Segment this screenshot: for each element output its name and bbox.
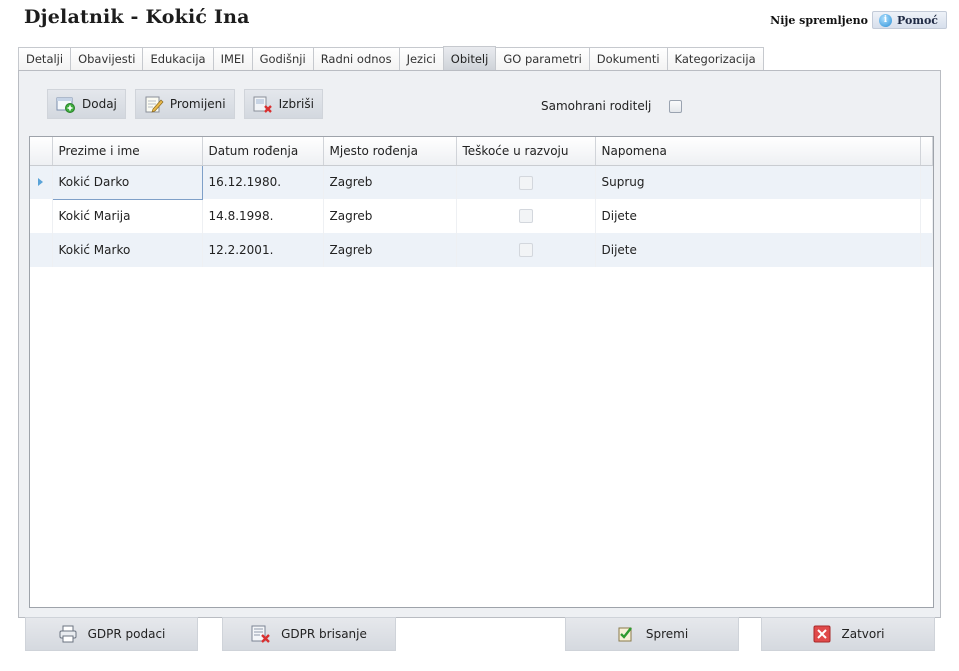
single-parent-checkbox[interactable] — [669, 99, 683, 113]
tab-dokumenti[interactable]: Dokumenti — [588, 47, 668, 70]
column-header[interactable]: Datum rođenja — [202, 137, 324, 166]
cell-filler — [920, 165, 933, 199]
tab-kategorizacija[interactable]: Kategorizacija — [666, 47, 764, 70]
tab-detalji[interactable]: Detalji — [18, 47, 72, 70]
table-row[interactable]: Kokić Darko 16.12.1980. Zagreb Suprug — [30, 164, 933, 200]
cell-filler — [920, 233, 933, 267]
cell-note[interactable]: Dijete — [595, 233, 921, 267]
difficulties-checkbox[interactable] — [518, 175, 533, 190]
gdpr-data-button[interactable]: GDPR podaci — [25, 617, 198, 651]
row-selector[interactable] — [30, 165, 53, 199]
cell-place[interactable]: Zagreb — [323, 233, 457, 267]
close-button[interactable]: Zatvori — [761, 617, 935, 651]
row-selector[interactable] — [30, 199, 53, 233]
close-label: Zatvori — [841, 627, 885, 641]
delete-label: Izbriši — [278, 97, 314, 111]
cell-dob[interactable]: 12.2.2001. — [202, 233, 324, 267]
tab-label: Obavijesti — [78, 52, 136, 66]
save-status: Nije spremljeno — [770, 13, 868, 27]
cell-place[interactable]: Zagreb — [323, 199, 457, 233]
list-delete-icon — [251, 625, 271, 643]
tab-label: GO parametri — [503, 52, 582, 66]
cell-name[interactable]: Kokić Darko — [51, 164, 203, 200]
tab-bar: Detalji Obavijesti Edukacija IMEI Godišn… — [18, 46, 941, 71]
cell-dob[interactable]: 14.8.1998. — [202, 199, 324, 233]
edit-button[interactable]: Promijeni — [134, 89, 235, 119]
tab-obitelj[interactable]: Obitelj — [442, 46, 497, 70]
cell-note[interactable]: Suprug — [595, 165, 921, 199]
tab-obavijesti[interactable]: Obavijesti — [70, 47, 144, 70]
cell-name[interactable]: Kokić Marija — [52, 199, 203, 233]
family-grid: Prezime i ime Datum rođenja Mjesto rođen… — [29, 136, 934, 608]
edit-icon — [144, 95, 164, 113]
cell-dob[interactable]: 16.12.1980. — [202, 165, 324, 199]
gdpr-delete-button[interactable]: GDPR brisanje — [222, 617, 396, 651]
row-selector[interactable] — [30, 233, 53, 267]
help-button[interactable]: i Pomoć — [872, 11, 947, 29]
table-row[interactable]: Kokić Marija 14.8.1998. Zagreb Dijete — [30, 199, 933, 233]
tab-radni-odnos[interactable]: Radni odnos — [312, 47, 400, 70]
save-label: Spremi — [645, 627, 689, 641]
column-header[interactable]: Teškoće u razvoju — [456, 137, 596, 166]
column-header-filler — [920, 137, 933, 166]
row-indicator-header — [30, 137, 53, 166]
cell-name[interactable]: Kokić Marko — [52, 233, 203, 267]
tab-jezici[interactable]: Jezici — [398, 47, 444, 70]
difficulties-checkbox[interactable] — [518, 243, 533, 258]
column-header[interactable]: Napomena — [595, 137, 921, 166]
edit-label: Promijeni — [169, 97, 226, 111]
single-parent-label: Samohrani roditelj — [541, 99, 652, 113]
tab-label: Kategorizacija — [674, 52, 756, 66]
add-icon — [56, 95, 76, 113]
table-row[interactable]: Kokić Marko 12.2.2001. Zagreb Dijete — [30, 233, 933, 267]
printer-icon — [58, 625, 78, 643]
header-actions: Nije spremljeno i Pomoć — [770, 10, 947, 30]
tab-label: Jezici — [406, 52, 436, 66]
column-header[interactable]: Prezime i ime — [52, 137, 203, 166]
tab-label: IMEI — [220, 52, 245, 66]
current-row-icon — [38, 178, 44, 187]
grid-toolbar: Dodaj Promijeni Izbriši — [47, 89, 323, 119]
page-title: Djelatnik - Kokić Ina — [24, 6, 250, 28]
save-icon — [616, 625, 636, 643]
cell-difficulties[interactable] — [456, 199, 596, 233]
cell-filler — [920, 199, 933, 233]
close-icon — [812, 625, 832, 643]
delete-icon — [253, 95, 273, 113]
column-header[interactable]: Mjesto rođenja — [323, 137, 457, 166]
tab-label: Edukacija — [150, 52, 206, 66]
tab-go-parametri[interactable]: GO parametri — [495, 47, 590, 70]
tab-label: Radni odnos — [320, 52, 392, 66]
tab-imei[interactable]: IMEI — [212, 47, 253, 70]
delete-button[interactable]: Izbriši — [243, 89, 323, 119]
gdpr-data-label: GDPR podaci — [87, 627, 166, 641]
help-label: Pomoć — [897, 13, 938, 27]
tab-label: Godišnji — [259, 52, 306, 66]
add-button[interactable]: Dodaj — [47, 89, 126, 119]
difficulties-checkbox[interactable] — [518, 209, 533, 224]
tab-godisnji[interactable]: Godišnji — [251, 47, 314, 70]
cell-note[interactable]: Dijete — [595, 199, 921, 233]
tab-edukacija[interactable]: Edukacija — [142, 47, 214, 70]
single-parent-option: Samohrani roditelj — [541, 99, 683, 113]
gdpr-delete-label: GDPR brisanje — [281, 627, 367, 641]
add-label: Dodaj — [82, 97, 117, 111]
cell-place[interactable]: Zagreb — [323, 165, 457, 199]
tab-label: Dokumenti — [596, 52, 660, 66]
cell-difficulties[interactable] — [456, 165, 596, 199]
cell-difficulties[interactable] — [456, 233, 596, 267]
family-panel: Dodaj Promijeni Izbriši Samohrani rodite… — [18, 71, 941, 618]
save-button[interactable]: Spremi — [565, 617, 739, 651]
tab-label: Detalji — [26, 52, 64, 66]
tab-label: Obitelj — [450, 51, 489, 66]
info-icon: i — [879, 13, 892, 27]
